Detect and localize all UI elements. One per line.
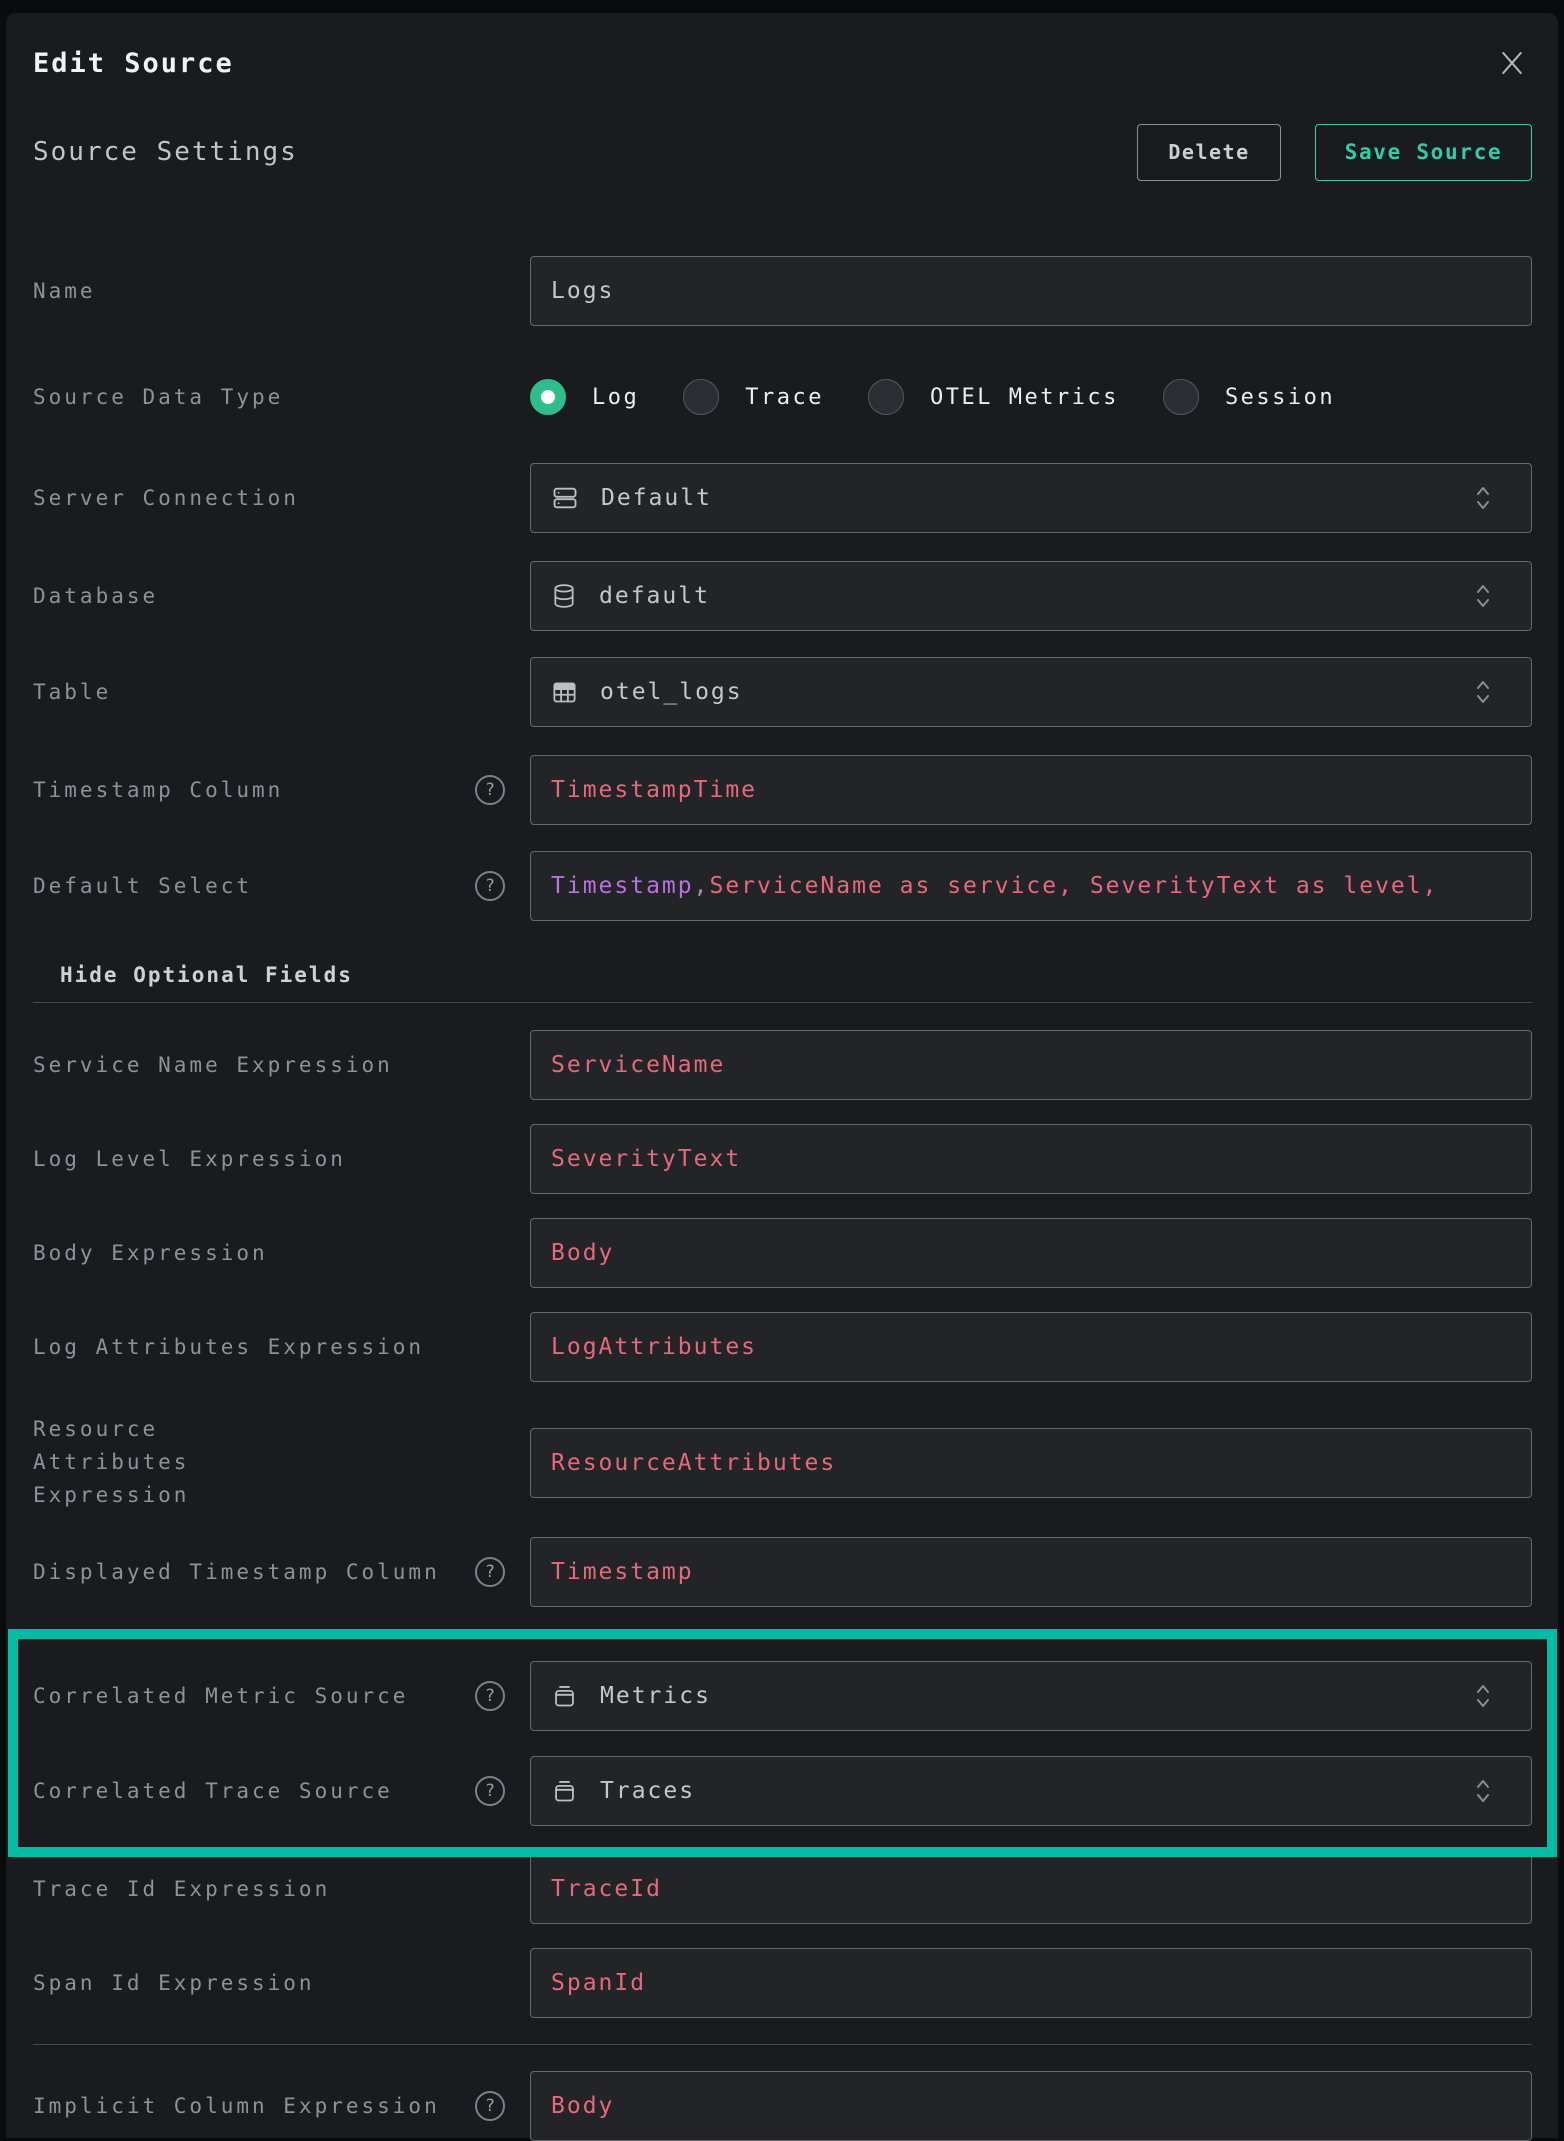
radio-unselected-icon [1163, 379, 1199, 415]
toolbar: Source Settings Delete Save Source [33, 123, 1532, 181]
correlated-trace-source-label: Correlated Trace Source ? [33, 1775, 530, 1808]
service-name-expression-label: Service Name Expression [33, 1049, 530, 1082]
displayed-timestamp-column-label: Displayed Timestamp Column ? [33, 1556, 530, 1589]
displayed-timestamp-column-input[interactable]: Timestamp [530, 1537, 1532, 1607]
body-expression-label: Body Expression [33, 1237, 530, 1270]
server-connection-select[interactable]: Default [530, 463, 1532, 533]
field-row-body-expression: Body Expression Body [33, 1218, 1532, 1288]
chevron-up-down-icon [1473, 677, 1493, 707]
help-icon[interactable]: ? [475, 2091, 505, 2121]
log-attributes-expression-input[interactable]: LogAttributes [530, 1312, 1532, 1382]
close-button[interactable] [1492, 43, 1532, 83]
field-row-server-connection: Server Connection Default [33, 463, 1532, 533]
edit-source-modal: Edit Source Source Settings Delete Save … [6, 13, 1558, 2138]
hide-optional-fields-toggle[interactable]: Hide Optional Fields [60, 964, 1532, 986]
source-icon [551, 1683, 578, 1710]
correlated-metric-source-label: Correlated Metric Source ? [33, 1680, 530, 1713]
table-label: Table [33, 676, 530, 709]
field-row-span-id-expression: Span Id Expression SpanId [33, 1948, 1532, 2018]
log-attributes-expression-label: Log Attributes Expression [33, 1331, 530, 1364]
chevron-up-down-icon [1473, 581, 1493, 611]
help-icon[interactable]: ? [475, 1681, 505, 1711]
timestamp-column-label: Timestamp Column ? [33, 774, 530, 807]
implicit-column-expression-input[interactable]: Body [530, 2071, 1532, 2141]
log-level-expression-input[interactable]: SeverityText [530, 1124, 1532, 1194]
field-row-displayed-timestamp-column: Displayed Timestamp Column ? Timestamp [33, 1537, 1532, 1607]
server-icon [551, 484, 579, 512]
radio-session[interactable]: Session [1163, 379, 1335, 415]
sql-token-comma: , [694, 873, 710, 899]
help-icon[interactable]: ? [475, 871, 505, 901]
source-data-type-radio-group: Log Trace OTEL Metrics Session [530, 362, 1532, 432]
field-row-implicit-column-expression: Implicit Column Expression ? Body [33, 2071, 1532, 2141]
field-row-default-select: Default Select ? Timestamp, ServiceName … [33, 851, 1532, 921]
database-label: Database [33, 580, 530, 613]
section-divider [33, 2044, 1532, 2045]
chevron-up-down-icon [1473, 1681, 1493, 1711]
server-connection-label: Server Connection [33, 482, 530, 515]
correlated-sources-highlight-group: Correlated Metric Source ? Metrics [33, 1661, 1532, 1826]
field-row-trace-id-expression: Trace Id Expression TraceId [33, 1854, 1532, 1924]
implicit-column-expression-label: Implicit Column Expression ? [33, 2090, 530, 2123]
field-row-table: Table otel_logs [33, 657, 1532, 727]
field-row-log-level-expression: Log Level Expression SeverityText [33, 1124, 1532, 1194]
radio-unselected-icon [683, 379, 719, 415]
trace-id-expression-input[interactable]: TraceId [530, 1854, 1532, 1924]
radio-selected-icon [530, 379, 566, 415]
timestamp-column-input[interactable]: TimestampTime [530, 755, 1532, 825]
sql-token-expression: ServiceName as service, SeverityText as … [709, 873, 1438, 899]
modal-header: Edit Source [33, 43, 1532, 83]
radio-log[interactable]: Log [530, 379, 639, 415]
source-data-type-label: Source Data Type [33, 381, 530, 414]
table-select[interactable]: otel_logs [530, 657, 1532, 727]
name-input[interactable]: Logs [530, 256, 1532, 326]
resource-attributes-expression-input[interactable]: ResourceAttributes [530, 1428, 1532, 1498]
modal-title: Edit Source [33, 48, 234, 79]
database-icon [551, 582, 577, 610]
radio-otel-metrics[interactable]: OTEL Metrics [868, 379, 1119, 415]
log-level-expression-label: Log Level Expression [33, 1143, 530, 1176]
source-settings-form: Name Logs Source Data Type Log Trace [33, 256, 1532, 2141]
close-icon [1497, 48, 1527, 78]
field-row-database: Database default [33, 561, 1532, 631]
help-icon[interactable]: ? [475, 775, 505, 805]
field-row-name: Name Logs [33, 256, 1532, 326]
help-icon[interactable]: ? [475, 1557, 505, 1587]
trace-id-expression-label: Trace Id Expression [33, 1873, 530, 1906]
chevron-up-down-icon [1473, 483, 1493, 513]
sql-token-column: Timestamp [551, 873, 694, 899]
table-icon [551, 679, 578, 706]
field-row-log-attributes-expression: Log Attributes Expression LogAttributes [33, 1312, 1532, 1382]
toolbar-actions: Delete Save Source [1137, 124, 1532, 181]
source-settings-heading: Source Settings [33, 137, 298, 167]
radio-trace[interactable]: Trace [683, 379, 824, 415]
field-row-timestamp-column: Timestamp Column ? TimestampTime [33, 755, 1532, 825]
default-select-label: Default Select ? [33, 870, 530, 903]
source-icon [551, 1778, 578, 1805]
service-name-expression-input[interactable]: ServiceName [530, 1030, 1532, 1100]
resource-attributes-expression-label: Resource Attributes Expression [33, 1413, 530, 1512]
database-select[interactable]: default [530, 561, 1532, 631]
delete-button[interactable]: Delete [1137, 124, 1281, 181]
name-label: Name [33, 275, 530, 308]
field-row-correlated-trace-source: Correlated Trace Source ? Traces [33, 1756, 1532, 1826]
correlated-trace-source-select[interactable]: Traces [530, 1756, 1532, 1826]
correlated-metric-source-select[interactable]: Metrics [530, 1661, 1532, 1731]
field-row-resource-attributes-expression: Resource Attributes Expression ResourceA… [33, 1413, 1532, 1512]
default-select-input[interactable]: Timestamp, ServiceName as service, Sever… [530, 851, 1532, 921]
save-source-button[interactable]: Save Source [1315, 124, 1532, 181]
field-row-correlated-metric-source: Correlated Metric Source ? Metrics [33, 1661, 1532, 1731]
span-id-expression-label: Span Id Expression [33, 1967, 530, 2000]
span-id-expression-input[interactable]: SpanId [530, 1948, 1532, 2018]
field-row-service-name-expression: Service Name Expression ServiceName [33, 1030, 1532, 1100]
field-row-source-data-type: Source Data Type Log Trace OTEL Metrics [33, 362, 1532, 432]
section-divider [33, 1002, 1532, 1003]
chevron-up-down-icon [1473, 1776, 1493, 1806]
body-expression-input[interactable]: Body [530, 1218, 1532, 1288]
help-icon[interactable]: ? [475, 1776, 505, 1806]
radio-unselected-icon [868, 379, 904, 415]
